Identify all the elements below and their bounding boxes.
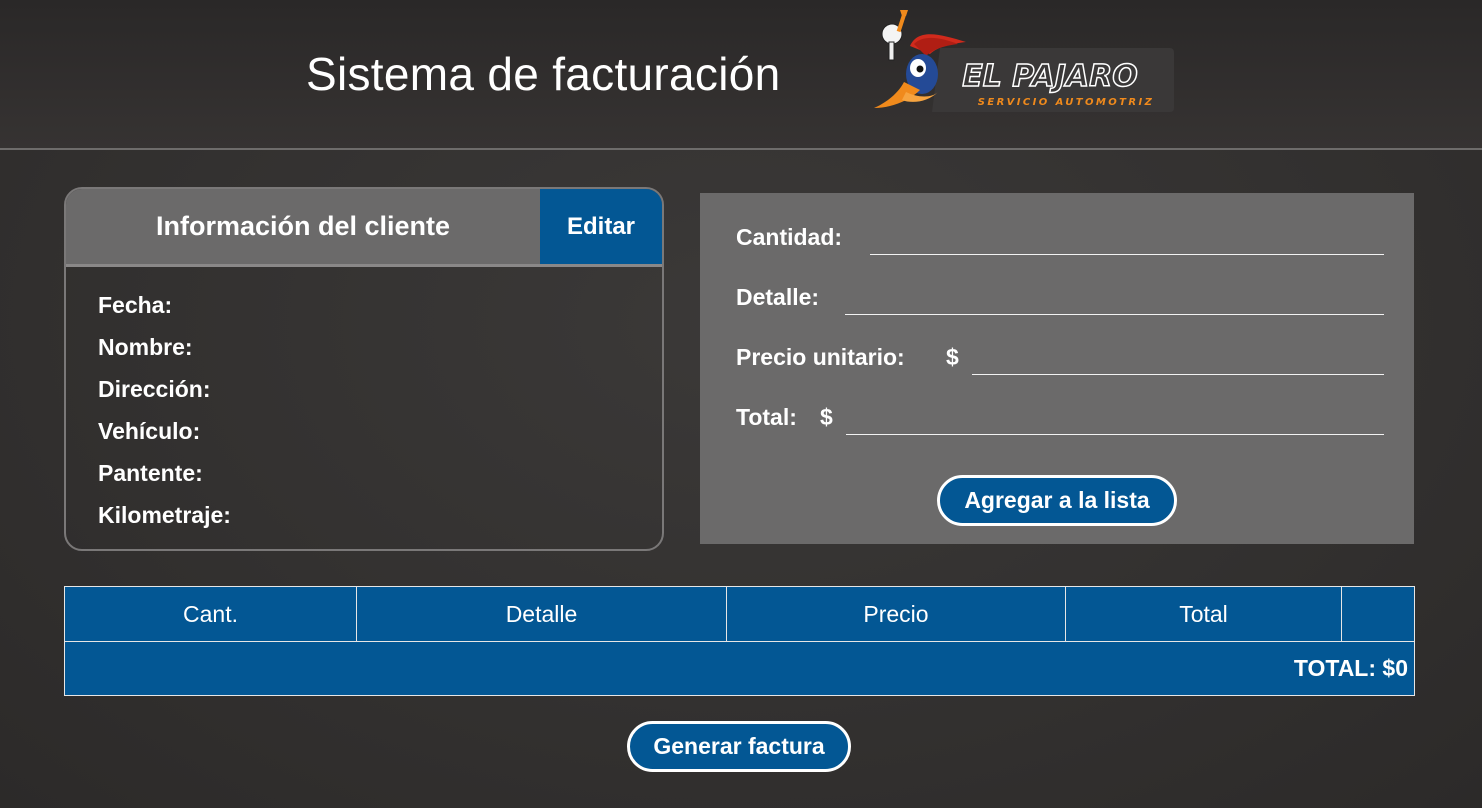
field-plate-label: Pantente: [98, 460, 203, 486]
field-mileage-label: Kilometraje: [98, 502, 231, 528]
total-label: Total: [736, 404, 797, 430]
unit-price-label: Precio unitario: [736, 344, 905, 370]
detail-input[interactable] [845, 279, 1384, 315]
detail-row: Detalle: [736, 277, 1384, 317]
client-card-title: Información del cliente [155, 211, 451, 241]
grand-total-row: TOTAL: $0 [64, 641, 1415, 696]
app-header: Sistema de facturación EL PAJARO SERVICI… [0, 0, 1482, 150]
quantity-row: Cantidad: [736, 217, 1384, 257]
field-vehicle-label: Vehículo: [98, 418, 201, 444]
el-pajaro-logo: EL PAJARO SERVICIO AUTOMOTRIZ [874, 9, 1174, 112]
grand-total: TOTAL: $0 [64, 641, 1415, 696]
field-date-label: Fecha: [98, 292, 173, 318]
detail-label: Detalle: [736, 284, 820, 310]
unit-price-currency: $ [946, 344, 959, 370]
edit-client-button[interactable]: Editar [540, 189, 662, 264]
table-header-row: Cant. Detalle Precio Total [64, 586, 1415, 642]
invoice-items-table: Cant. Detalle Precio Total TOTAL: $0 [64, 586, 1415, 696]
column-header-quantity: Cant. [64, 586, 357, 642]
column-header-actions [1341, 586, 1415, 642]
page-title: Sistema de facturación [306, 48, 781, 100]
logo-tagline-text: SERVICIO AUTOMOTRIZ [978, 97, 1155, 108]
quantity-label: Cantidad: [736, 224, 843, 250]
unit-price-row: Precio unitario: $ [736, 337, 1384, 377]
column-header-total: Total [1065, 586, 1342, 642]
total-input[interactable] [846, 399, 1384, 435]
field-name-label: Nombre: [98, 334, 193, 360]
quantity-input[interactable] [870, 219, 1384, 255]
client-info-card: Información del cliente Editar Fecha: No… [64, 187, 664, 551]
client-field-list: Fecha: Nombre: Dirección: Vehículo: Pant… [98, 284, 231, 536]
generate-invoice-button[interactable]: Generar factura [627, 721, 851, 772]
column-header-detail: Detalle [356, 586, 727, 642]
add-to-list-button[interactable]: Agregar a la lista [937, 475, 1177, 526]
total-row: Total: $ [736, 397, 1384, 437]
unit-price-input[interactable] [972, 339, 1384, 375]
total-currency: $ [820, 404, 833, 430]
client-card-header: Información del cliente Editar [66, 189, 662, 267]
column-header-price: Precio [726, 586, 1066, 642]
item-entry-form: Cantidad: Detalle: Precio unitario: $ To… [700, 193, 1414, 544]
logo-brand-text: EL PAJARO [962, 59, 1138, 94]
field-address-label: Dirección: [98, 376, 211, 402]
